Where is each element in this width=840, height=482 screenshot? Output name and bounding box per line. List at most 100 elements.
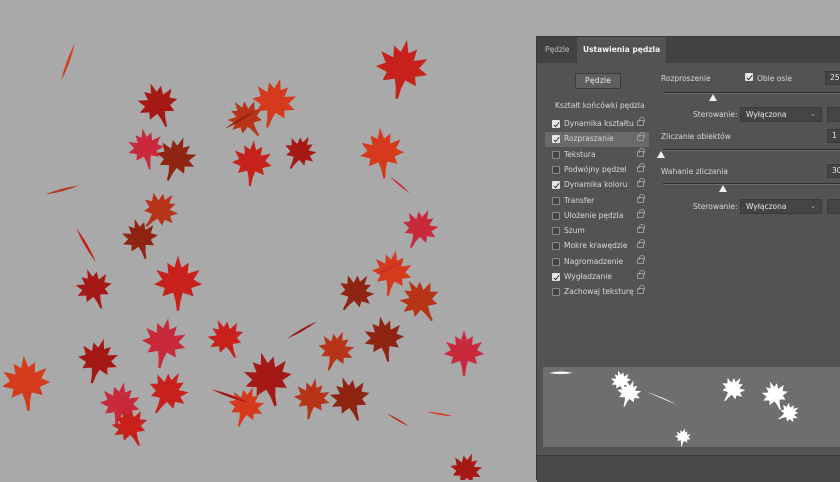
maple-leaf — [137, 314, 190, 372]
checkbox-icon — [745, 73, 753, 81]
brush-option-row[interactable]: Mokre krawędzie — [545, 239, 649, 254]
chevron-down-icon: ⌄ — [810, 110, 816, 118]
count-slider-track[interactable] — [663, 149, 840, 151]
lock-icon[interactable] — [637, 239, 645, 249]
brush-option-label: Szum — [564, 226, 585, 236]
count-value-field[interactable]: 1 — [827, 129, 840, 143]
brush-option-row[interactable]: Rozpraszanie — [545, 132, 649, 148]
checkbox-icon[interactable] — [552, 196, 560, 205]
maple-leaf-edge — [74, 227, 98, 263]
lock-icon[interactable] — [637, 147, 645, 157]
scatter-control-select[interactable]: Wyłączona ⌄ — [740, 107, 822, 122]
count-jitter-control-extra-field[interactable] — [827, 199, 840, 214]
count-jitter-slider-track[interactable] — [663, 183, 840, 185]
lock-icon[interactable] — [637, 193, 645, 203]
lock-icon[interactable] — [637, 208, 645, 218]
maple-leaf — [370, 35, 433, 104]
maple-leaf — [394, 202, 445, 256]
count-jitter-control-value: Wyłączona — [746, 202, 787, 211]
panel-tabs: Pędzle Ustawienia pędzla — [537, 37, 840, 63]
maple-leaf-edge — [386, 412, 410, 428]
brush-option-label: Dynamika koloru — [564, 180, 628, 190]
tab-brushes[interactable]: Pędzle — [539, 37, 576, 63]
brush-option-label: Dynamika kształtu — [564, 119, 634, 128]
panel-footer — [537, 455, 840, 482]
maple-leaf — [245, 72, 302, 134]
maple-leaf-edge — [44, 184, 80, 196]
maple-leaf — [124, 125, 168, 173]
lock-icon[interactable] — [637, 285, 645, 295]
both-axes-checkbox[interactable] — [745, 73, 755, 83]
maple-leaf-edge — [426, 410, 454, 418]
maple-leaf — [328, 265, 383, 321]
count-jitter-slider-thumb[interactable] — [719, 185, 727, 192]
brush-option-row[interactable]: Szum — [545, 224, 649, 239]
tab-brush-settings[interactable]: Ustawienia pędzla — [577, 37, 667, 63]
maple-leaf — [323, 370, 378, 428]
scatter-value-field[interactable]: 250 — [825, 71, 840, 85]
maple-leaf-edge — [59, 42, 77, 82]
count-jitter-control-select[interactable]: Wyłączona ⌄ — [740, 199, 822, 214]
lock-icon[interactable] — [637, 224, 645, 234]
scatter-slider-track[interactable] — [663, 92, 840, 94]
maple-leaf — [444, 447, 488, 480]
checkbox-icon[interactable] — [552, 288, 560, 297]
maple-leaf — [0, 353, 53, 413]
maple-leaf — [444, 330, 484, 376]
brush-option-row[interactable]: Transfer — [545, 193, 649, 209]
canvas-area[interactable] — [0, 0, 536, 480]
brush-option-row[interactable]: Wygładzanie — [545, 270, 649, 285]
lock-icon[interactable] — [637, 117, 645, 126]
maple-leaf — [276, 128, 323, 177]
checkbox-icon[interactable] — [552, 227, 560, 236]
maple-leaf — [201, 312, 252, 366]
lock-icon[interactable] — [637, 270, 645, 279]
brush-option-row[interactable]: Tekstura — [545, 147, 649, 163]
lock-icon[interactable] — [637, 162, 645, 172]
tip-shape-label[interactable]: Kształt końcówki pędzla — [555, 101, 645, 110]
brush-option-label: Wygładzanie — [564, 272, 612, 281]
brush-option-label: Ułożenie pędzla — [564, 210, 624, 220]
brush-option-label: Mokre krawędzie — [564, 241, 628, 251]
brush-option-label: Rozpraszanie — [564, 134, 614, 144]
maple-leaf — [138, 362, 197, 423]
brush-option-label: Zachowaj teksturę — [564, 287, 634, 297]
checkbox-icon[interactable] — [552, 257, 560, 266]
checkbox-icon[interactable] — [552, 273, 560, 281]
maple-leaf — [360, 312, 408, 366]
preview-stroke — [549, 367, 804, 448]
maple-leaf-edge — [286, 320, 318, 340]
checkbox-icon[interactable] — [552, 120, 560, 128]
scatter-label: Rozproszenie — [661, 74, 711, 83]
scatter-control-value: Wyłączona — [746, 110, 787, 119]
scatter-slider-thumb[interactable] — [709, 94, 717, 101]
checkbox-icon[interactable] — [552, 211, 560, 220]
maple-leaf — [72, 333, 124, 389]
count-jitter-value-field[interactable]: 30 — [827, 164, 840, 178]
lock-icon[interactable] — [637, 132, 645, 142]
chevron-down-icon: ⌄ — [810, 202, 816, 210]
maple-leaf — [290, 375, 334, 423]
brushes-button[interactable]: Pędzle — [575, 73, 621, 89]
checkbox-icon[interactable] — [552, 150, 560, 159]
lock-icon[interactable] — [637, 178, 645, 188]
lock-icon[interactable] — [637, 254, 645, 264]
checkbox-icon[interactable] — [552, 135, 560, 144]
count-slider-thumb[interactable] — [657, 151, 665, 158]
checkbox-icon[interactable] — [552, 165, 560, 174]
maple-leaf — [311, 325, 360, 377]
brush-option-label: Podwójny pędzel — [564, 164, 627, 174]
brush-option-row[interactable]: Ułożenie pędzla — [545, 208, 649, 224]
maple-leaf — [117, 214, 163, 264]
brush-settings-panel: Pędzle Ustawienia pędzla Pędzle Kształt … — [536, 36, 840, 482]
checkbox-icon[interactable] — [552, 181, 560, 190]
brush-option-row[interactable]: Dynamika kształtu — [545, 117, 649, 132]
brush-option-row[interactable]: Dynamika koloru — [545, 178, 649, 193]
brush-option-row[interactable]: Nagromadzenie — [545, 254, 649, 270]
brush-stroke-preview — [543, 367, 840, 448]
maple-leaf — [70, 263, 119, 315]
checkbox-icon[interactable] — [552, 242, 560, 251]
brush-option-row[interactable]: Podwójny pędzel — [545, 162, 649, 178]
brush-option-row[interactable]: Zachowaj teksturę — [545, 285, 649, 300]
scatter-control-extra-field[interactable] — [827, 107, 840, 122]
